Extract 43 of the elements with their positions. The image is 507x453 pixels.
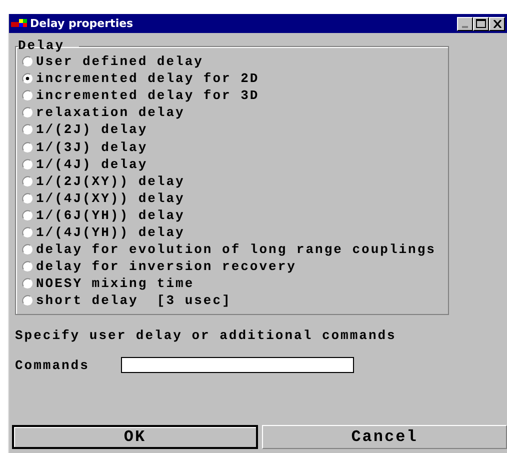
option-label: User defined delay: [36, 54, 204, 70]
option-label: 1/(4J(YH)) delay: [36, 224, 185, 240]
group-label: Delay: [18, 39, 66, 53]
option-label: delay for evolution of long range couplings: [36, 242, 436, 258]
radio-button[interactable]: [22, 56, 33, 68]
radio-button[interactable]: [22, 261, 33, 272]
commands-label: Commands: [15, 358, 90, 373]
radio-button[interactable]: [22, 124, 33, 136]
option-label: 1/(2J(XY)) delay: [36, 174, 185, 189]
window-title: Delay properties: [30, 17, 134, 30]
option-label: 1/(4J) delay: [36, 156, 148, 172]
radio-button[interactable]: [22, 90, 33, 102]
app-icon: [11, 18, 27, 30]
option-label: incremented delay for 2D: [36, 71, 260, 86]
maximize-icon: [476, 19, 486, 28]
prompt-text: Specify user delay or additional commands: [15, 328, 398, 344]
option-label: 1/(6J(YH)) delay: [36, 208, 185, 223]
dialog-button[interactable]: OK: [12, 425, 258, 450]
radio-button[interactable]: [22, 107, 33, 118]
option-label: short delay [3 usec]: [36, 293, 232, 308]
radio-button[interactable]: [22, 176, 33, 187]
radio-button[interactable]: [22, 73, 33, 84]
radio-button[interactable]: [22, 158, 33, 170]
radio-button[interactable]: [22, 226, 33, 238]
option-label: incremented delay for 3D: [36, 88, 260, 104]
close-icon: [492, 20, 502, 28]
option-label: relaxation delay: [36, 105, 185, 120]
option-label: 1/(4J(XY)) delay: [36, 190, 185, 206]
radio-button[interactable]: [22, 142, 33, 153]
close-button[interactable]: [489, 16, 505, 30]
commands-field[interactable]: [121, 357, 354, 374]
radio-button[interactable]: [22, 295, 33, 306]
minimize-icon: [462, 26, 468, 28]
radio-button[interactable]: [22, 244, 33, 256]
dialog-button[interactable]: Cancel: [262, 425, 507, 450]
option-label: 1/(3J) delay: [36, 140, 148, 155]
radio-button[interactable]: [22, 278, 33, 290]
radio-button[interactable]: [22, 210, 33, 221]
radio-button[interactable]: [22, 192, 33, 204]
maximize-button[interactable]: [473, 16, 489, 30]
option-label: delay for inversion recovery: [36, 259, 296, 274]
option-label: 1/(2J) delay: [36, 122, 148, 138]
option-label: NOESY mixing time: [36, 276, 194, 292]
